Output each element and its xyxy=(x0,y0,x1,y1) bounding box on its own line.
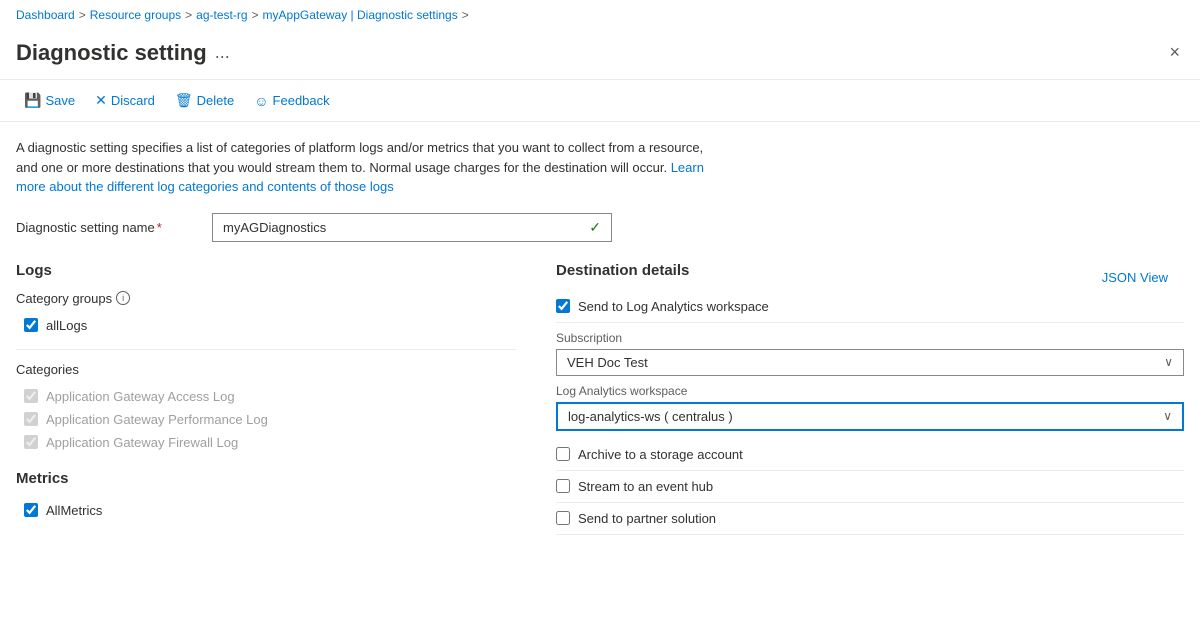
all-metrics-checkbox[interactable] xyxy=(24,503,38,517)
discard-button[interactable]: ✕ Discard xyxy=(87,88,163,113)
feedback-icon: ☺ xyxy=(254,93,268,109)
category-row-1: Application Gateway Performance Log xyxy=(24,408,516,431)
name-label: Diagnostic setting name* xyxy=(16,220,196,235)
category-row-2: Application Gateway Firewall Log xyxy=(24,431,516,454)
page-header: Diagnostic setting ... × xyxy=(0,30,1200,80)
delete-button[interactable]: 🗑 Delete xyxy=(167,88,242,113)
feedback-button[interactable]: ☺ Feedback xyxy=(246,89,337,113)
page-title: Diagnostic setting xyxy=(16,40,207,66)
event-hub-checkbox[interactable] xyxy=(556,479,570,493)
breadcrumb-diagnostic-settings[interactable]: myAppGateway | Diagnostic settings xyxy=(263,8,458,22)
subscription-chevron-icon: ∨ xyxy=(1164,355,1173,369)
category-checkbox-2 xyxy=(24,435,38,449)
workspace-dropdown[interactable]: log-analytics-ws ( centralus ) ∨ xyxy=(556,402,1184,431)
json-view-link[interactable]: JSON View xyxy=(1102,270,1168,285)
storage-checkbox[interactable] xyxy=(556,447,570,461)
name-input-container[interactable]: myAGDiagnostics ✓ xyxy=(212,213,612,242)
toolbar: 💾 Save ✕ Discard 🗑 Delete ☺ Feedback xyxy=(0,80,1200,122)
subscription-dropdown[interactable]: VEH Doc Test ∨ xyxy=(556,349,1184,376)
all-logs-row: allLogs xyxy=(24,314,516,337)
storage-row: Archive to a storage account xyxy=(556,439,1184,471)
partner-solution-checkbox[interactable] xyxy=(556,511,570,525)
all-metrics-row: AllMetrics xyxy=(24,499,516,522)
close-button[interactable]: × xyxy=(1165,38,1184,67)
log-analytics-label[interactable]: Send to Log Analytics workspace xyxy=(578,299,769,314)
left-column: Logs Category groups i allLogs Categorie… xyxy=(16,262,516,535)
logs-section-title: Logs xyxy=(16,262,516,279)
event-hub-row: Stream to an event hub xyxy=(556,471,1184,503)
log-analytics-checkbox[interactable] xyxy=(556,299,570,313)
workspace-field: Log Analytics workspace log-analytics-ws… xyxy=(556,384,1184,431)
two-column-layout: Logs Category groups i allLogs Categorie… xyxy=(16,262,1184,535)
breadcrumb-ag-test-rg[interactable]: ag-test-rg xyxy=(196,8,247,22)
breadcrumb: Dashboard > Resource groups > ag-test-rg… xyxy=(0,0,1200,30)
breadcrumb-resource-groups[interactable]: Resource groups xyxy=(90,8,181,22)
event-hub-label[interactable]: Stream to an event hub xyxy=(578,479,713,494)
category-groups-label: Category groups i xyxy=(16,291,516,306)
metrics-section-title: Metrics xyxy=(16,470,516,487)
right-column: Destination details Send to Log Analytic… xyxy=(556,262,1184,535)
diagnostic-setting-name-row: Diagnostic setting name* myAGDiagnostics… xyxy=(16,213,1184,242)
categories-label: Categories xyxy=(16,362,516,377)
workspace-label: Log Analytics workspace xyxy=(556,384,1184,398)
category-checkbox-1 xyxy=(24,412,38,426)
category-label-1: Application Gateway Performance Log xyxy=(46,412,268,427)
discard-icon: ✕ xyxy=(95,92,107,109)
metrics-section: Metrics AllMetrics xyxy=(16,470,516,522)
validation-check-icon: ✓ xyxy=(589,219,601,236)
divider-1 xyxy=(16,349,516,350)
category-label-0: Application Gateway Access Log xyxy=(46,389,235,404)
all-logs-checkbox[interactable] xyxy=(24,318,38,332)
more-options-dots[interactable]: ... xyxy=(215,42,230,63)
category-checkbox-0 xyxy=(24,389,38,403)
all-metrics-label[interactable]: AllMetrics xyxy=(46,503,102,518)
info-icon[interactable]: i xyxy=(116,291,130,305)
save-button[interactable]: 💾 Save xyxy=(16,88,83,113)
log-analytics-row: Send to Log Analytics workspace xyxy=(556,291,1184,323)
workspace-chevron-icon: ∨ xyxy=(1163,409,1172,423)
category-label-2: Application Gateway Firewall Log xyxy=(46,435,238,450)
delete-icon: 🗑 xyxy=(175,92,193,109)
main-content: A diagnostic setting specifies a list of… xyxy=(0,122,1200,551)
partner-solution-row: Send to partner solution xyxy=(556,503,1184,535)
subscription-label: Subscription xyxy=(556,331,1184,345)
destination-section-title: Destination details xyxy=(556,262,1184,279)
subscription-field: Subscription VEH Doc Test ∨ xyxy=(556,331,1184,376)
partner-solution-label[interactable]: Send to partner solution xyxy=(578,511,716,526)
category-row-0: Application Gateway Access Log xyxy=(24,385,516,408)
all-logs-label[interactable]: allLogs xyxy=(46,318,87,333)
storage-label[interactable]: Archive to a storage account xyxy=(578,447,743,462)
breadcrumb-dashboard[interactable]: Dashboard xyxy=(16,8,75,22)
description-text: A diagnostic setting specifies a list of… xyxy=(16,138,716,197)
save-icon: 💾 xyxy=(24,92,41,109)
